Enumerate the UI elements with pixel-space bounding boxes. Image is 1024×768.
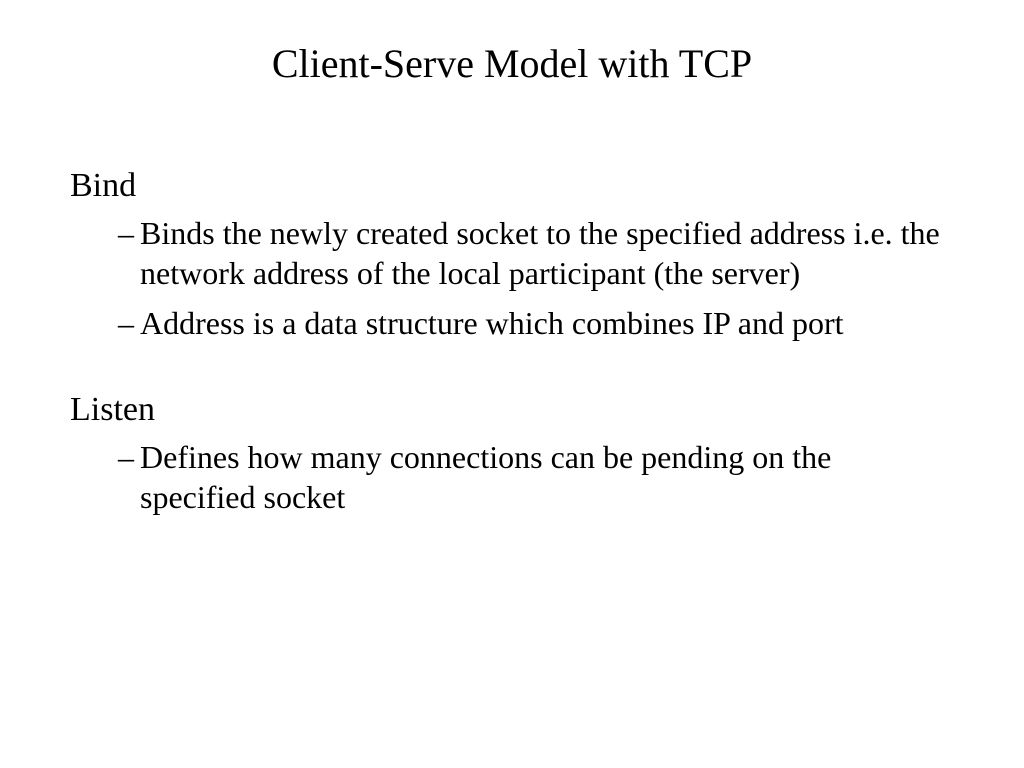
- section-listen: Listen Defines how many connections can …: [70, 391, 954, 517]
- bullet-list-listen: Defines how many connections can be pend…: [70, 437, 954, 517]
- bullet-list-bind: Binds the newly created socket to the sp…: [70, 213, 954, 343]
- slide-title: Client-Serve Model with TCP: [70, 40, 954, 87]
- section-bind: Bind Binds the newly created socket to t…: [70, 167, 954, 343]
- list-item: Binds the newly created socket to the sp…: [118, 213, 954, 293]
- section-heading-bind: Bind: [70, 167, 954, 205]
- section-heading-listen: Listen: [70, 391, 954, 429]
- list-item: Address is a data structure which combin…: [118, 303, 954, 343]
- list-item: Defines how many connections can be pend…: [118, 437, 954, 517]
